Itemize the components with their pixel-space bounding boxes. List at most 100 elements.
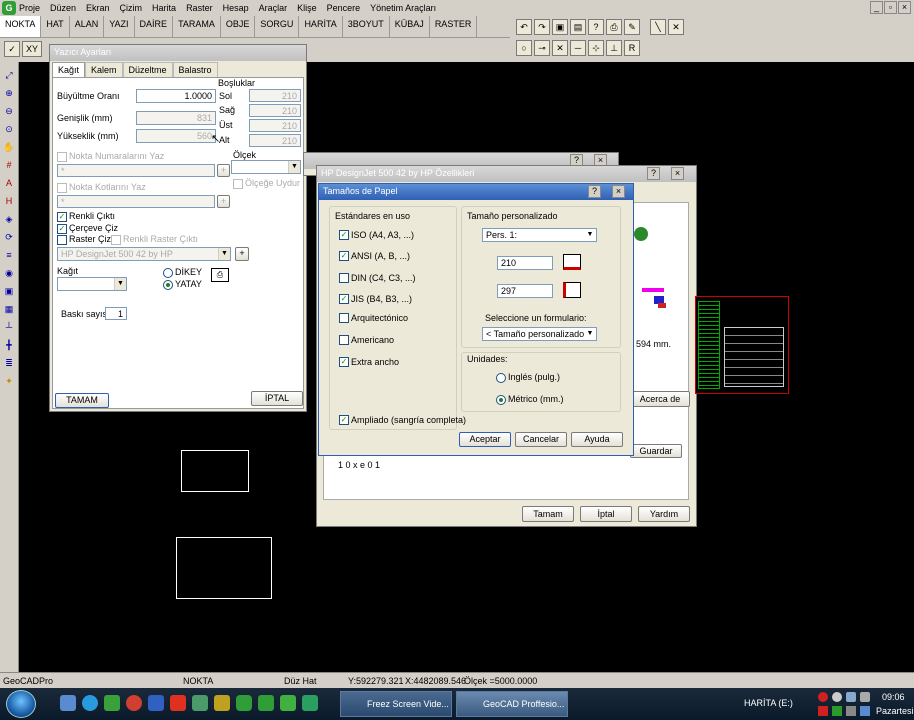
hp-yardim-button[interactable]: Yardım	[638, 506, 690, 522]
menu-item-klise[interactable]: Klişe	[292, 3, 322, 13]
metrico-radio[interactable]	[496, 395, 506, 405]
tab-kalem[interactable]: Kalem	[85, 62, 123, 77]
width-input[interactable]: 210	[497, 256, 553, 270]
tab-nokta[interactable]: NOKTA	[0, 16, 42, 37]
rotate-icon[interactable]: ⟳	[2, 230, 16, 244]
paper-close-button[interactable]: ×	[612, 185, 625, 198]
tab-balastro[interactable]: Balastro	[172, 62, 218, 77]
menu-item-hesap[interactable]: Hesap	[218, 3, 254, 13]
tab-daire[interactable]: DAİRE	[135, 16, 174, 37]
redo-icon[interactable]: ↷	[534, 19, 550, 35]
cross-tool-icon[interactable]: ✕	[668, 19, 684, 35]
ampliado-checkbox[interactable]: ✓	[339, 415, 349, 425]
renkli-raster-checkbox[interactable]	[111, 235, 121, 245]
taskbar-freez-screen[interactable]: Freez Screen Vide...	[340, 691, 452, 717]
raster-ciz-checkbox[interactable]	[57, 235, 67, 245]
cancelar-button[interactable]: Cancelar	[515, 432, 567, 447]
tray-time[interactable]: 09:06	[882, 692, 905, 702]
nokta-num-plus-button[interactable]: +	[217, 164, 230, 177]
menu-item-proje[interactable]: Proje	[16, 3, 45, 13]
snap-mid-icon[interactable]: ⊹	[588, 40, 604, 56]
tab-kubaj[interactable]: KÜBAJ	[390, 16, 430, 37]
text-icon[interactable]: A	[2, 176, 16, 190]
app-icon-green-3[interactable]	[302, 695, 318, 711]
hp-close-button[interactable]: ×	[671, 167, 684, 180]
nokta-kot-plus-button[interactable]: +	[217, 195, 230, 208]
tab-tarama[interactable]: TARAMA	[173, 16, 221, 37]
help-icon[interactable]: ?	[588, 19, 604, 35]
snap-intersect-icon[interactable]: ✕	[552, 40, 568, 56]
ansi-checkbox[interactable]: ✓	[339, 251, 349, 261]
opera-icon[interactable]	[170, 695, 186, 711]
zoom-out-icon[interactable]: ⊖	[2, 104, 16, 118]
layer-icon[interactable]: ◈	[2, 212, 16, 226]
kagit-combo[interactable]: ▼	[57, 277, 127, 291]
save-icon[interactable]: ▣	[552, 19, 568, 35]
olcege-uydur-checkbox[interactable]	[233, 179, 243, 189]
form-combo[interactable]: < Tamaño personalizado > ▼	[482, 327, 597, 341]
tray-app-icon-2[interactable]	[832, 706, 842, 716]
acerca-button[interactable]: Acerca de	[630, 391, 690, 407]
tray-app-icon-4[interactable]	[860, 706, 870, 716]
hp-iptal-button[interactable]: İptal	[580, 506, 632, 522]
extra-ancho-checkbox[interactable]: ✓	[339, 357, 349, 367]
app-icon-blue[interactable]	[148, 695, 164, 711]
printer-combo[interactable]: HP DesignJet 500 42 by HP ▼	[57, 247, 231, 261]
snap-point-icon[interactable]: ○	[516, 40, 532, 56]
tab-yazi[interactable]: YAZI	[104, 16, 135, 37]
hp-help-button[interactable]: ?	[647, 167, 660, 180]
pers-combo[interactable]: Pers. 1: ▼	[482, 228, 597, 242]
open-icon[interactable]: ▤	[570, 19, 586, 35]
grid-icon[interactable]: ▦	[2, 302, 16, 316]
explorer-icon[interactable]	[60, 695, 76, 711]
taskbar-geocad[interactable]: GeoCAD Proffesio...	[456, 691, 568, 717]
alt-input[interactable]: 210	[249, 134, 301, 147]
tray-monitor-icon[interactable]	[860, 692, 870, 702]
tray-drive-label[interactable]: HARİTA (E:)	[744, 698, 793, 708]
numbers-icon[interactable]: #	[2, 158, 16, 172]
layers-stack-icon[interactable]: ≡	[2, 248, 16, 262]
tab-harita[interactable]: HARİTA	[299, 16, 343, 37]
buyutme-input[interactable]: 1.0000	[136, 89, 216, 103]
sol-input[interactable]: 210	[249, 89, 301, 102]
tab-raster[interactable]: RASTER	[430, 16, 478, 37]
close-button[interactable]: ×	[898, 1, 911, 14]
ust-input[interactable]: 210	[249, 119, 301, 132]
yatay-radio[interactable]	[163, 280, 173, 290]
tab-3boyut[interactable]: 3BOYUT	[343, 16, 390, 37]
snap-perp-icon[interactable]: ⊥	[606, 40, 622, 56]
app-icon-map[interactable]	[192, 695, 208, 711]
menu-item-yonetim[interactable]: Yönetim Araçları	[365, 3, 441, 13]
tab-duzeltme[interactable]: Düzeltme	[122, 62, 173, 77]
settings-icon[interactable]: ≣	[2, 356, 16, 370]
nokta-num-checkbox[interactable]	[57, 152, 67, 162]
ayuda-button[interactable]: Ayuda	[571, 432, 623, 447]
menu-item-raster[interactable]: Raster	[181, 3, 218, 13]
pan-icon[interactable]: ✋	[2, 140, 16, 154]
iptal-button[interactable]: İPTAL	[251, 391, 303, 406]
axis-icon[interactable]: ╋	[2, 338, 16, 352]
height-icon[interactable]: H	[2, 194, 16, 208]
guardar-button[interactable]: Guardar	[630, 444, 682, 458]
app-icon-green[interactable]	[104, 695, 120, 711]
sag-input[interactable]: 210	[249, 104, 301, 117]
app-icon-yellow[interactable]	[214, 695, 230, 711]
tab-sorgu[interactable]: SORGU	[255, 16, 300, 37]
renkli-cikti-checkbox[interactable]: ✓	[57, 212, 67, 222]
menu-item-araclar[interactable]: Araçlar	[254, 3, 293, 13]
iso-checkbox[interactable]: ✓	[339, 230, 349, 240]
compass-icon[interactable]: ◉	[2, 266, 16, 280]
printer-add-button[interactable]: +	[235, 247, 249, 261]
zoom-in-icon[interactable]: ⊕	[2, 86, 16, 100]
tray-network-icon[interactable]	[832, 692, 842, 702]
line-tool-icon[interactable]: ╲	[650, 19, 666, 35]
aceptar-button[interactable]: Aceptar	[459, 432, 511, 447]
menu-item-duzen[interactable]: Düzen	[45, 3, 81, 13]
olcek-combo[interactable]: ▼	[231, 160, 301, 174]
snap-line-icon[interactable]: ─	[570, 40, 586, 56]
ie-icon[interactable]	[82, 695, 98, 711]
yukseklik-input[interactable]: 560	[136, 129, 216, 143]
paper-help-button[interactable]: ?	[588, 185, 601, 198]
tab-kagit[interactable]: Kağıt	[52, 62, 86, 77]
arquitectonico-checkbox[interactable]	[339, 313, 349, 323]
